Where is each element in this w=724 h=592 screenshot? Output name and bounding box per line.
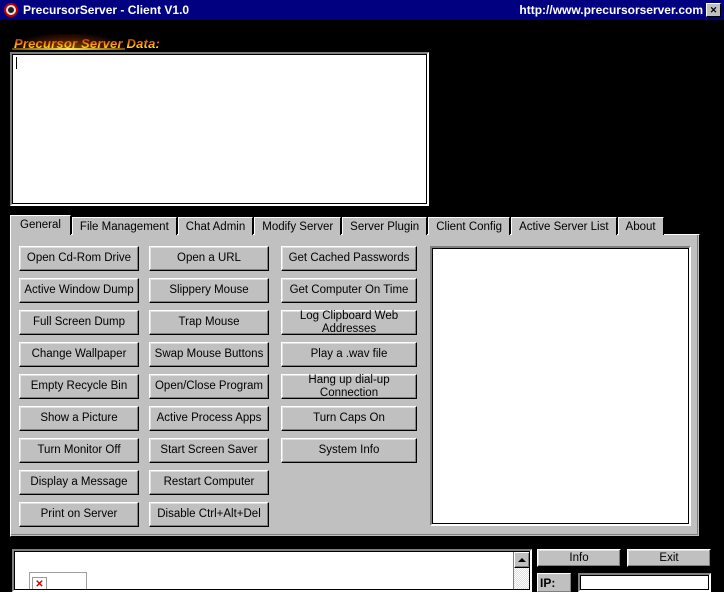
- tab-server-plugin[interactable]: Server Plugin: [342, 217, 428, 235]
- tab-panel-inner: Open Cd-Rom Drive Active Window Dump Ful…: [11, 235, 698, 535]
- button-active-process-apps[interactable]: Active Process Apps: [149, 406, 269, 431]
- precursor-ring-icon: [3, 2, 19, 18]
- log-listbox[interactable]: ✕: [12, 549, 532, 592]
- button-empty-recycle-bin[interactable]: Empty Recycle Bin: [19, 374, 139, 399]
- scrollbar-track[interactable]: [514, 568, 529, 589]
- website-url-text: http://www.precursorserver.com: [519, 3, 703, 17]
- tab-client-config[interactable]: Client Config: [428, 217, 511, 235]
- button-log-clipboard-web-addresses[interactable]: Log Clipboard Web Addresses: [281, 310, 417, 335]
- button-system-info[interactable]: System Info: [281, 438, 417, 463]
- button-open-a-url[interactable]: Open a URL: [149, 246, 269, 271]
- button-active-window-dump[interactable]: Active Window Dump: [19, 278, 139, 303]
- scroll-up-icon[interactable]: [514, 552, 529, 568]
- tab-chat-admin[interactable]: Chat Admin: [177, 217, 254, 235]
- window-title: PrecursorServer - Client V1.0: [23, 3, 190, 17]
- button-slippery-mouse[interactable]: Slippery Mouse: [149, 278, 269, 303]
- output-panel-content: [432, 248, 689, 524]
- ip-label: IP:: [537, 573, 571, 592]
- button-swap-mouse-buttons[interactable]: Swap Mouse Buttons: [149, 342, 269, 367]
- button-restart-computer[interactable]: Restart Computer: [149, 470, 269, 495]
- button-hang-up-dialup-connection[interactable]: Hang up dial-up Connection: [281, 374, 417, 399]
- broken-image-icon: ✕: [32, 577, 47, 589]
- button-open-close-program[interactable]: Open/Close Program: [149, 374, 269, 399]
- button-start-screen-saver[interactable]: Start Screen Saver: [149, 438, 269, 463]
- fire-label-underline: [12, 48, 125, 50]
- button-play-a-wav-file[interactable]: Play a .wav file: [281, 342, 417, 367]
- tab-panel-general: Open Cd-Rom Drive Active Window Dump Ful…: [10, 234, 700, 537]
- button-print-on-server[interactable]: Print on Server: [19, 502, 139, 527]
- log-listbox-content[interactable]: ✕: [14, 551, 530, 590]
- application-window: PrecursorServer - Client V1.0 http://www…: [0, 0, 724, 592]
- button-show-a-picture[interactable]: Show a Picture: [19, 406, 139, 431]
- button-open-cdrom-drive[interactable]: Open Cd-Rom Drive: [19, 246, 139, 271]
- button-get-cached-passwords[interactable]: Get Cached Passwords: [281, 246, 417, 271]
- ip-input-value[interactable]: [580, 575, 709, 590]
- log-listbox-scrollbar[interactable]: [513, 552, 529, 589]
- close-icon[interactable]: ✕: [706, 3, 721, 17]
- button-trap-mouse[interactable]: Trap Mouse: [149, 310, 269, 335]
- button-display-a-message[interactable]: Display a Message: [19, 470, 139, 495]
- exit-button[interactable]: Exit: [627, 549, 711, 567]
- title-bar: PrecursorServer - Client V1.0 http://www…: [0, 0, 724, 21]
- tab-modify-server[interactable]: Modify Server: [254, 217, 342, 235]
- button-turn-monitor-off[interactable]: Turn Monitor Off: [19, 438, 139, 463]
- tab-strip: General File Management Chat Admin Modif…: [10, 215, 665, 235]
- tab-active-server-list[interactable]: Active Server List: [511, 217, 617, 235]
- button-full-screen-dump[interactable]: Full Screen Dump: [19, 310, 139, 335]
- tab-general[interactable]: General: [10, 215, 71, 235]
- button-turn-caps-on[interactable]: Turn Caps On: [281, 406, 417, 431]
- tab-file-management[interactable]: File Management: [71, 217, 177, 235]
- ip-input[interactable]: [578, 573, 711, 592]
- broken-image-placeholder: ✕: [29, 572, 87, 589]
- info-button[interactable]: Info: [537, 549, 621, 567]
- server-data-textarea[interactable]: [10, 52, 429, 206]
- button-get-computer-on-time[interactable]: Get Computer On Time: [281, 278, 417, 303]
- output-panel[interactable]: [430, 246, 691, 526]
- button-change-wallpaper[interactable]: Change Wallpaper: [19, 342, 139, 367]
- server-data-textarea-content[interactable]: [12, 54, 427, 204]
- button-disable-ctrl-alt-del[interactable]: Disable Ctrl+Alt+Del: [149, 502, 269, 527]
- tab-about[interactable]: About: [617, 217, 664, 235]
- text-caret: [16, 57, 17, 69]
